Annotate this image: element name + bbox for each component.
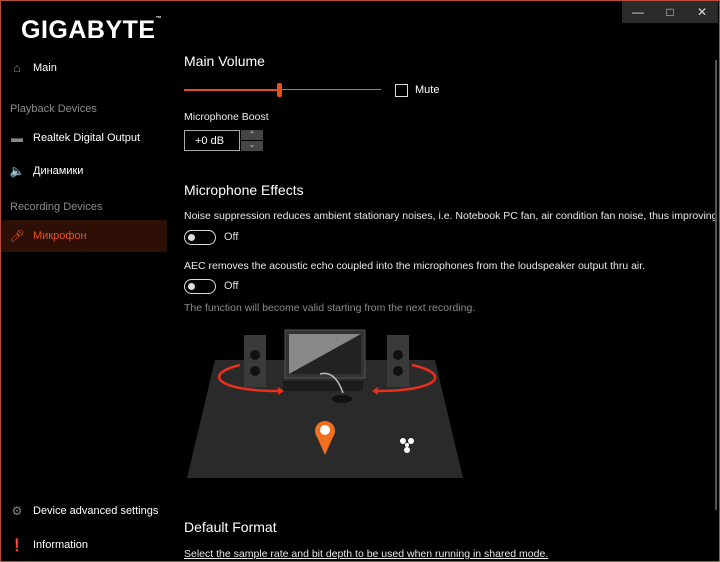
recording-note: The function will become valid starting … bbox=[184, 302, 476, 314]
main-volume-title: Main Volume bbox=[184, 53, 265, 69]
mute-checkbox[interactable] bbox=[395, 84, 408, 97]
default-format-description: Select the sample rate and bit depth to … bbox=[184, 548, 549, 560]
sidebar-item-main[interactable]: ⌂ Main bbox=[1, 52, 167, 84]
gigabyte-logo: GIGABYTE™ bbox=[21, 16, 163, 44]
microphone-boost-label: Microphone Boost bbox=[184, 111, 269, 123]
default-format-title: Default Format bbox=[184, 519, 277, 535]
sidebar-item-label: Realtek Digital Output bbox=[33, 132, 140, 144]
noise-suppression-description: Noise suppression reduces ambient statio… bbox=[184, 210, 720, 222]
noise-suppression-toggle[interactable] bbox=[184, 230, 216, 245]
sidebar-item-information[interactable]: ❗ Information bbox=[1, 529, 167, 561]
speaker-left-icon bbox=[244, 335, 266, 387]
noise-suppression-state: Off bbox=[224, 231, 239, 243]
aec-toggle[interactable] bbox=[184, 279, 216, 294]
room-illustration bbox=[187, 329, 463, 478]
microphone-icon: 🎤︎ bbox=[9, 229, 25, 243]
aec-description: AEC removes the acoustic echo coupled in… bbox=[184, 260, 646, 272]
playback-devices-heading: Playback Devices bbox=[10, 103, 97, 115]
volume-slider-fill bbox=[184, 89, 279, 91]
mute-label: Mute bbox=[415, 84, 440, 96]
info-icon: ❗ bbox=[9, 538, 25, 552]
microphone-boost-field[interactable]: +0 dB bbox=[184, 130, 240, 151]
home-icon: ⌂ bbox=[13, 61, 21, 75]
boost-decrement-button[interactable]: ⌄ bbox=[241, 141, 263, 151]
volume-slider-track bbox=[278, 89, 381, 90]
sidebar-item-label: Main bbox=[33, 62, 57, 74]
close-button[interactable]: ✕ bbox=[686, 1, 718, 23]
sidebar-item-device-advanced-settings[interactable]: ⚙ Device advanced settings bbox=[1, 495, 167, 527]
volume-slider[interactable] bbox=[184, 83, 381, 97]
aec-state: Off bbox=[224, 280, 239, 292]
speaker-right-icon bbox=[387, 335, 409, 387]
sidebar-item-microphone[interactable]: 🎤︎ Микрофон bbox=[1, 220, 167, 252]
sidebar-item-speakers[interactable]: 🔈 Динамики bbox=[1, 155, 167, 187]
volume-slider-thumb[interactable] bbox=[276, 83, 282, 97]
recording-devices-heading: Recording Devices bbox=[10, 201, 103, 213]
logo-text: GIGABYTE bbox=[21, 16, 156, 44]
sidebar-item-label: Микрофон bbox=[33, 230, 87, 242]
sidebar-item-realtek-digital-output[interactable]: ▬ Realtek Digital Output bbox=[1, 122, 167, 154]
sidebar-item-label: Динамики bbox=[33, 165, 84, 177]
gear-icon: ⚙ bbox=[11, 504, 23, 518]
window-controls: — □ ✕ bbox=[622, 1, 718, 23]
boost-increment-button[interactable]: ⌃ bbox=[241, 130, 263, 140]
microphone-effects-title: Microphone Effects bbox=[184, 182, 304, 198]
minimize-button[interactable]: — bbox=[622, 1, 654, 23]
sidebar-item-label: Information bbox=[33, 539, 89, 551]
maximize-button[interactable]: □ bbox=[654, 1, 686, 23]
speaker-icon: 🔈 bbox=[9, 164, 25, 178]
digital-output-icon: ▬ bbox=[11, 131, 23, 145]
sidebar-item-label: Device advanced settings bbox=[33, 505, 159, 517]
scrollbar[interactable] bbox=[715, 60, 717, 510]
